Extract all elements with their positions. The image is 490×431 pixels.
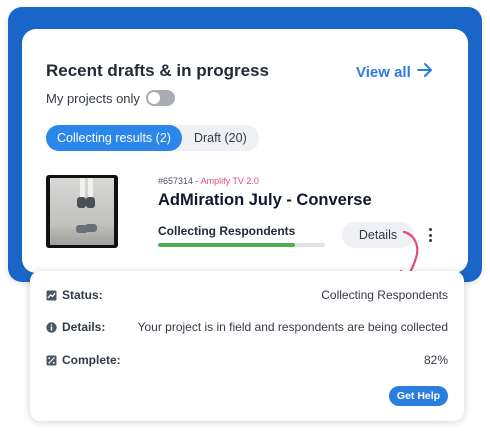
complete-row: Complete: 82% <box>46 351 448 369</box>
tab-collecting-results[interactable]: Collecting results (2) <box>46 125 182 151</box>
project-product: Amplify TV 2.0 <box>200 176 259 186</box>
details-value: Your project is in field and respondents… <box>137 320 448 334</box>
complete-label: Complete: <box>62 353 121 367</box>
tab-draft[interactable]: Draft (20) <box>182 125 259 151</box>
details-row: Details: Your project is in field and re… <box>46 318 448 336</box>
progress-bar <box>158 243 325 247</box>
card-title: Recent drafts & in progress <box>46 61 269 80</box>
get-help-button[interactable]: Get Help <box>389 386 448 406</box>
project-thumbnail[interactable] <box>46 175 118 248</box>
status-row: Status: Collecting Respondents <box>46 286 448 304</box>
status-popup: Status: Collecting Respondents Details: … <box>30 271 464 421</box>
status-label: Status: <box>62 288 103 302</box>
thumbnail-image <box>50 178 114 245</box>
complete-value: 82% <box>423 353 448 367</box>
project-status: Collecting Respondents <box>158 224 296 238</box>
view-all-link[interactable]: View all <box>356 63 433 81</box>
status-value: Collecting Respondents <box>321 288 448 302</box>
project-meta: #657314 - Amplify TV 2.0 <box>158 176 259 186</box>
progress-bar-fill <box>158 243 295 247</box>
my-projects-toggle[interactable] <box>145 90 175 106</box>
complete-icon <box>46 355 57 366</box>
arrow-right-icon <box>416 63 433 81</box>
info-icon <box>46 321 57 333</box>
details-label: Details: <box>62 320 106 334</box>
project-id: #657314 <box>158 176 194 186</box>
my-projects-label: My projects only <box>46 90 140 106</box>
status-tabs: Collecting results (2) Draft (20) <box>46 125 259 151</box>
project-title[interactable]: AdMiration July - Converse <box>158 191 372 210</box>
status-icon <box>46 290 57 301</box>
view-all-label: View all <box>356 63 411 81</box>
my-projects-toggle-row: My projects only <box>46 90 175 106</box>
